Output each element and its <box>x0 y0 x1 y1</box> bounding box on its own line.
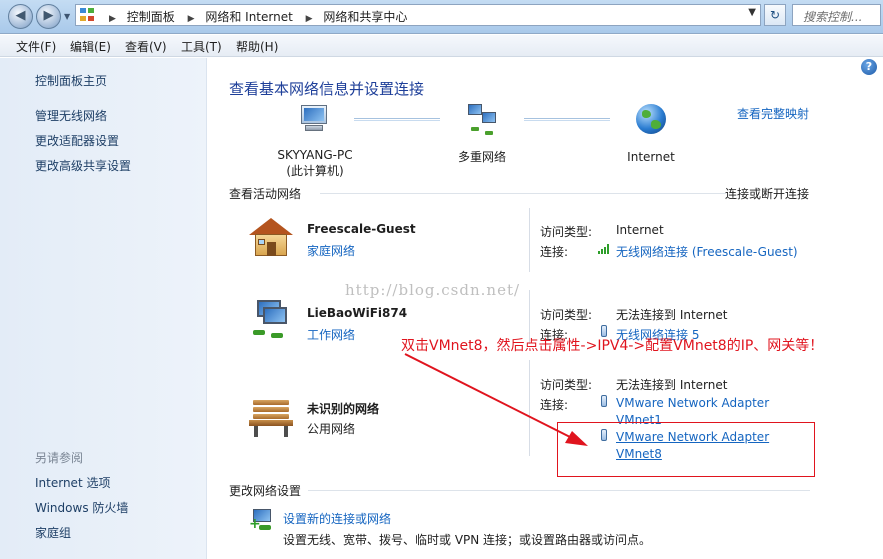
refresh-icon: ↻ <box>769 8 781 22</box>
sidebar-link-windows-firewall[interactable]: Windows 防火墙 <box>35 499 128 516</box>
sidebar-link-control-panel-home[interactable]: 控制面板主页 <box>35 72 107 89</box>
section-divider <box>320 193 726 194</box>
title-bar: ◀ ▶ ▼ ▶ 控制面板 ▶ 网络和 Internet ▶ 网络和共享中心 ▼ … <box>0 0 883 34</box>
network-name: Freescale-Guest <box>307 222 416 236</box>
access-type-label: 访问类型: <box>540 225 593 239</box>
access-type-value: 无法连接到 Internet <box>616 378 728 392</box>
multiple-networks-label: 多重网络 <box>457 150 506 164</box>
computer-name: SKYYANG-PC <box>277 148 353 162</box>
map-node-multiple-networks: 多重网络 <box>444 104 520 165</box>
arrow-right-icon: ▶ <box>43 8 54 23</box>
network-type-link[interactable]: 家庭网络 <box>307 242 355 259</box>
map-connector <box>524 118 610 121</box>
breadcrumb-network-internet[interactable]: 网络和 Internet <box>205 10 292 24</box>
sidebar: 控制面板主页 管理无线网络 更改适配器设置 更改高级共享设置 另请参阅 Inte… <box>0 58 207 559</box>
annotation-text: 双击VMnet8，然后点击属性->IPV4->配置VMnet8的IP、网关等！ <box>401 338 824 354</box>
watermark: http://blog.csdn.net/ <box>345 281 521 299</box>
help-icon[interactable]: ? <box>861 59 877 75</box>
work-network-icon[interactable] <box>249 300 293 340</box>
sidebar-link-adapter-settings[interactable]: 更改适配器设置 <box>35 132 119 149</box>
access-type-value: Internet <box>616 223 664 237</box>
connect-disconnect-link[interactable]: 连接或断开连接 <box>725 185 809 202</box>
network-name: 未识别的网络 <box>307 402 380 416</box>
menu-bar: 文件(F) 编辑(E) 查看(V) 工具(T) 帮助(H) <box>0 35 883 57</box>
view-full-map-link[interactable]: 查看完整映射 <box>737 105 809 122</box>
sidebar-link-advanced-sharing[interactable]: 更改高级共享设置 <box>35 157 131 174</box>
page-title: 查看基本网络信息并设置连接 <box>229 80 425 98</box>
recent-pages-dropdown[interactable]: ▼ <box>64 12 70 21</box>
section-divider <box>308 490 810 491</box>
arrow-left-icon: ◀ <box>15 8 26 23</box>
network-adapter-icon <box>601 395 607 407</box>
map-connector <box>354 118 440 121</box>
chevron-right-icon[interactable]: ▶ <box>306 14 313 24</box>
connection-link[interactable]: 无线网络连接 (Freescale-Guest) <box>616 243 798 260</box>
menu-tools[interactable]: 工具(T) <box>181 38 222 55</box>
home-network-icon[interactable] <box>249 218 293 258</box>
active-networks-label: 查看活动网络 <box>229 187 302 201</box>
back-button[interactable]: ◀ <box>8 4 33 29</box>
refresh-button[interactable]: ↻ <box>764 4 786 26</box>
sidebar-link-manage-wireless[interactable]: 管理无线网络 <box>35 107 107 124</box>
address-bar[interactable]: ▶ 控制面板 ▶ 网络和 Internet ▶ 网络和共享中心 ▼ <box>75 4 761 26</box>
map-node-computer[interactable]: SKYYANG-PC (此计算机) <box>270 104 360 179</box>
connections-label: 连接: <box>540 398 569 412</box>
connections-label: 连接: <box>540 245 569 259</box>
breadcrumb-network-sharing-center[interactable]: 网络和共享中心 <box>323 10 407 24</box>
setup-new-connection-description: 设置无线、宽带、拨号、临时或 VPN 连接；或设置路由器或访问点。 <box>283 533 652 547</box>
network-type-link[interactable]: 工作网络 <box>307 326 355 343</box>
chevron-right-icon[interactable]: ▶ <box>188 14 195 24</box>
new-connection-icon[interactable]: + <box>249 509 275 533</box>
search-placeholder: 搜索控制... <box>803 10 863 24</box>
sidebar-link-internet-options[interactable]: Internet 选项 <box>35 474 110 491</box>
see-also-header: 另请参阅 <box>35 451 84 465</box>
network-type-label: 公用网络 <box>307 422 356 436</box>
computer-icon <box>299 104 331 134</box>
access-type-label: 访问类型: <box>540 378 593 392</box>
network-name: LieBaoWiFi874 <box>307 306 408 320</box>
sidebar-link-homegroup[interactable]: 家庭组 <box>35 524 71 541</box>
annotation-highlight-box <box>557 422 815 477</box>
access-type-label: 访问类型: <box>540 308 593 322</box>
menu-view[interactable]: 查看(V) <box>125 38 167 55</box>
internet-label: Internet <box>627 150 675 164</box>
connection-link-vmnet1[interactable]: VMware Network Adapter <box>616 396 769 410</box>
forward-button[interactable]: ▶ <box>36 4 61 29</box>
wireless-signal-icon <box>598 244 610 254</box>
change-settings-label: 更改网络设置 <box>229 484 302 498</box>
menu-help[interactable]: 帮助(H) <box>236 38 278 55</box>
computer-subtitle: (此计算机) <box>286 164 344 178</box>
search-input[interactable]: 搜索控制... <box>792 4 881 26</box>
setup-new-connection-link[interactable]: 设置新的连接或网络 <box>283 510 391 527</box>
map-node-internet[interactable]: Internet <box>614 104 688 164</box>
column-divider <box>529 208 530 272</box>
control-panel-icon <box>80 8 95 22</box>
address-dropdown-icon[interactable]: ▼ <box>748 7 756 18</box>
breadcrumb: ▶ 控制面板 ▶ 网络和 Internet ▶ 网络和共享中心 <box>100 8 407 25</box>
breadcrumb-control-panel[interactable]: 控制面板 <box>127 10 175 24</box>
main-content: ? 查看基本网络信息并设置连接 查看完整映射 SKYYANG-PC (此计算机)… <box>208 58 883 559</box>
column-divider <box>529 360 530 456</box>
chevron-right-icon: ▶ <box>109 14 116 24</box>
menu-file[interactable]: 文件(F) <box>16 38 56 55</box>
menu-edit[interactable]: 编辑(E) <box>70 38 111 55</box>
globe-icon <box>636 104 666 134</box>
access-type-value: 无法连接到 Internet <box>616 308 728 322</box>
public-network-icon[interactable] <box>249 398 293 438</box>
multiple-networks-icon <box>465 104 499 136</box>
